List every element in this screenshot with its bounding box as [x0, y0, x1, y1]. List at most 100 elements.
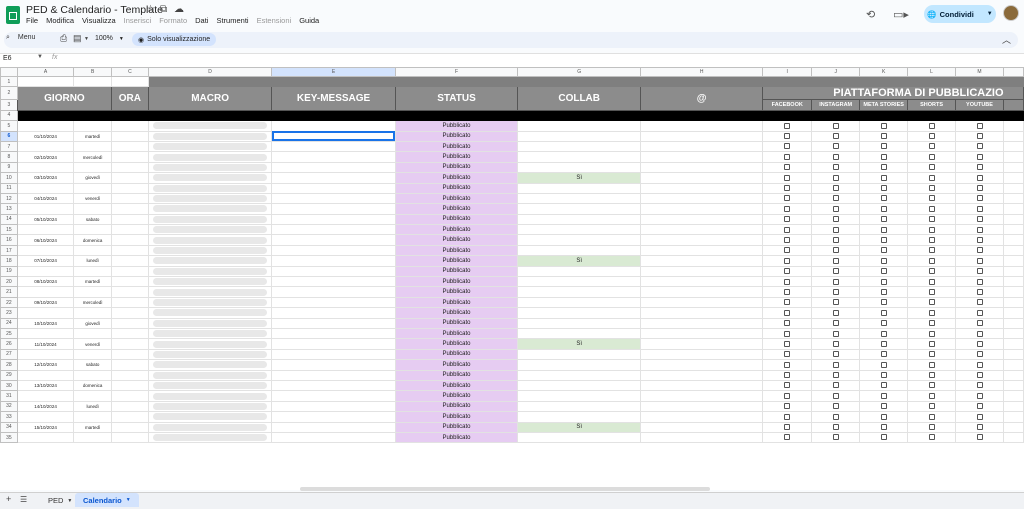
row-header[interactable]: 14 [0, 213, 18, 226]
ora-cell[interactable] [111, 379, 149, 392]
checkbox[interactable] [880, 299, 887, 306]
name-box[interactable]: E6 [3, 55, 37, 62]
checkbox[interactable] [880, 372, 887, 379]
platform-checkbox-cell[interactable] [859, 307, 909, 319]
menu-search[interactable]: ⌕ Menu [6, 34, 35, 42]
at-cell[interactable] [640, 172, 764, 184]
at-cell[interactable] [640, 348, 764, 361]
status-cell[interactable]: Pubblicato [394, 244, 519, 257]
macro-dropdown[interactable] [152, 413, 268, 421]
header-ora[interactable]: ORA [111, 86, 149, 111]
cell[interactable] [1002, 172, 1024, 184]
column-header-f[interactable]: F [394, 67, 519, 77]
at-cell[interactable] [640, 421, 764, 433]
platform-checkbox-cell[interactable] [762, 327, 813, 340]
row-header[interactable]: 22 [0, 296, 18, 309]
status-cell[interactable]: Pubblicato [394, 411, 519, 423]
macro-cell[interactable] [147, 296, 273, 309]
platform-checkbox-cell[interactable] [811, 338, 861, 350]
key-message-cell[interactable] [271, 276, 396, 288]
platform-checkbox-cell[interactable] [859, 276, 909, 288]
platform-checkbox-cell[interactable] [907, 379, 957, 392]
macro-cell[interactable] [147, 172, 273, 184]
date-cell[interactable]: 01/10/2024 [16, 130, 75, 142]
day-cell[interactable]: lunedì [73, 255, 113, 267]
row-header[interactable]: 24 [0, 317, 18, 330]
checkbox[interactable] [832, 403, 839, 410]
checkbox[interactable] [928, 153, 935, 160]
ora-cell[interactable] [111, 161, 149, 174]
status-cell[interactable]: Pubblicato [394, 286, 519, 298]
day-cell[interactable] [73, 224, 113, 236]
cell[interactable] [16, 75, 75, 88]
date-cell[interactable]: 14/10/2024 [16, 400, 75, 413]
platform-checkbox-cell[interactable] [859, 161, 909, 174]
menu-item-estensioni[interactable]: Estensioni [257, 16, 292, 28]
column-header-c[interactable]: C [111, 67, 149, 77]
platform-checkbox-cell[interactable] [762, 379, 813, 392]
sheets-logo-icon[interactable] [6, 6, 20, 24]
key-message-cell[interactable] [271, 411, 396, 423]
collab-cell[interactable] [517, 140, 642, 153]
checkbox[interactable] [784, 392, 791, 399]
at-cell[interactable] [640, 379, 764, 392]
platform-checkbox-cell[interactable] [859, 203, 909, 215]
key-message-cell[interactable] [271, 161, 396, 174]
collab-cell[interactable] [517, 369, 642, 381]
checkbox[interactable] [976, 143, 983, 150]
status-cell[interactable]: Pubblicato [394, 431, 519, 444]
platform-checkbox-cell[interactable] [907, 172, 957, 184]
status-cell[interactable]: Pubblicato [394, 265, 519, 278]
macro-cell[interactable] [147, 244, 273, 257]
platform-checkbox-cell[interactable] [907, 130, 957, 142]
day-cell[interactable] [73, 203, 113, 215]
date-cell[interactable] [16, 265, 75, 278]
platform-checkbox-cell[interactable] [955, 327, 1004, 340]
ora-cell[interactable] [111, 244, 149, 257]
cell[interactable] [811, 75, 861, 88]
checkbox[interactable] [880, 143, 887, 150]
status-cell[interactable]: Pubblicato [394, 359, 519, 371]
status-cell[interactable]: Pubblicato [394, 234, 519, 246]
row-header[interactable]: 1 [0, 75, 18, 88]
status-cell[interactable]: Pubblicato [394, 120, 519, 132]
checkbox[interactable] [832, 288, 839, 295]
platform-checkbox-cell[interactable] [907, 431, 957, 444]
macro-cell[interactable] [147, 379, 273, 392]
platform-checkbox-cell[interactable] [762, 140, 813, 153]
at-cell[interactable] [640, 400, 764, 413]
checkbox[interactable] [976, 413, 983, 420]
at-cell[interactable] [640, 390, 764, 402]
column-header-a[interactable]: A [16, 67, 75, 77]
key-message-cell[interactable] [271, 192, 396, 205]
key-message-cell[interactable] [271, 151, 396, 163]
column-header-l[interactable]: L [907, 67, 957, 77]
cell[interactable] [1002, 244, 1024, 257]
checkbox[interactable] [880, 382, 887, 389]
platform-checkbox-cell[interactable] [811, 213, 861, 226]
row-header[interactable]: 32 [0, 400, 18, 413]
cell[interactable] [1002, 317, 1024, 330]
checkbox[interactable] [784, 413, 791, 420]
row-header[interactable]: 13 [0, 203, 18, 215]
ora-cell[interactable] [111, 151, 149, 163]
platform-checkbox-cell[interactable] [955, 224, 1004, 236]
checkbox[interactable] [784, 309, 791, 316]
cell[interactable] [1002, 390, 1024, 402]
checkbox[interactable] [976, 309, 983, 316]
platform-checkbox-cell[interactable] [907, 161, 957, 174]
platform-checkbox-cell[interactable] [811, 369, 861, 381]
cell[interactable] [1002, 379, 1024, 392]
macro-dropdown[interactable] [152, 392, 268, 400]
platform-checkbox-cell[interactable] [859, 172, 909, 184]
platform-checkbox-cell[interactable] [811, 255, 861, 267]
day-cell[interactable] [73, 369, 113, 381]
key-message-cell[interactable] [271, 120, 396, 132]
platform-checkbox-cell[interactable] [811, 317, 861, 330]
macro-dropdown[interactable] [152, 402, 268, 410]
platform-checkbox-cell[interactable] [955, 140, 1004, 153]
checkbox[interactable] [832, 413, 839, 420]
header-giorno[interactable]: GIORNO [16, 86, 113, 111]
checkbox[interactable] [976, 268, 983, 275]
checkbox[interactable] [832, 340, 839, 347]
